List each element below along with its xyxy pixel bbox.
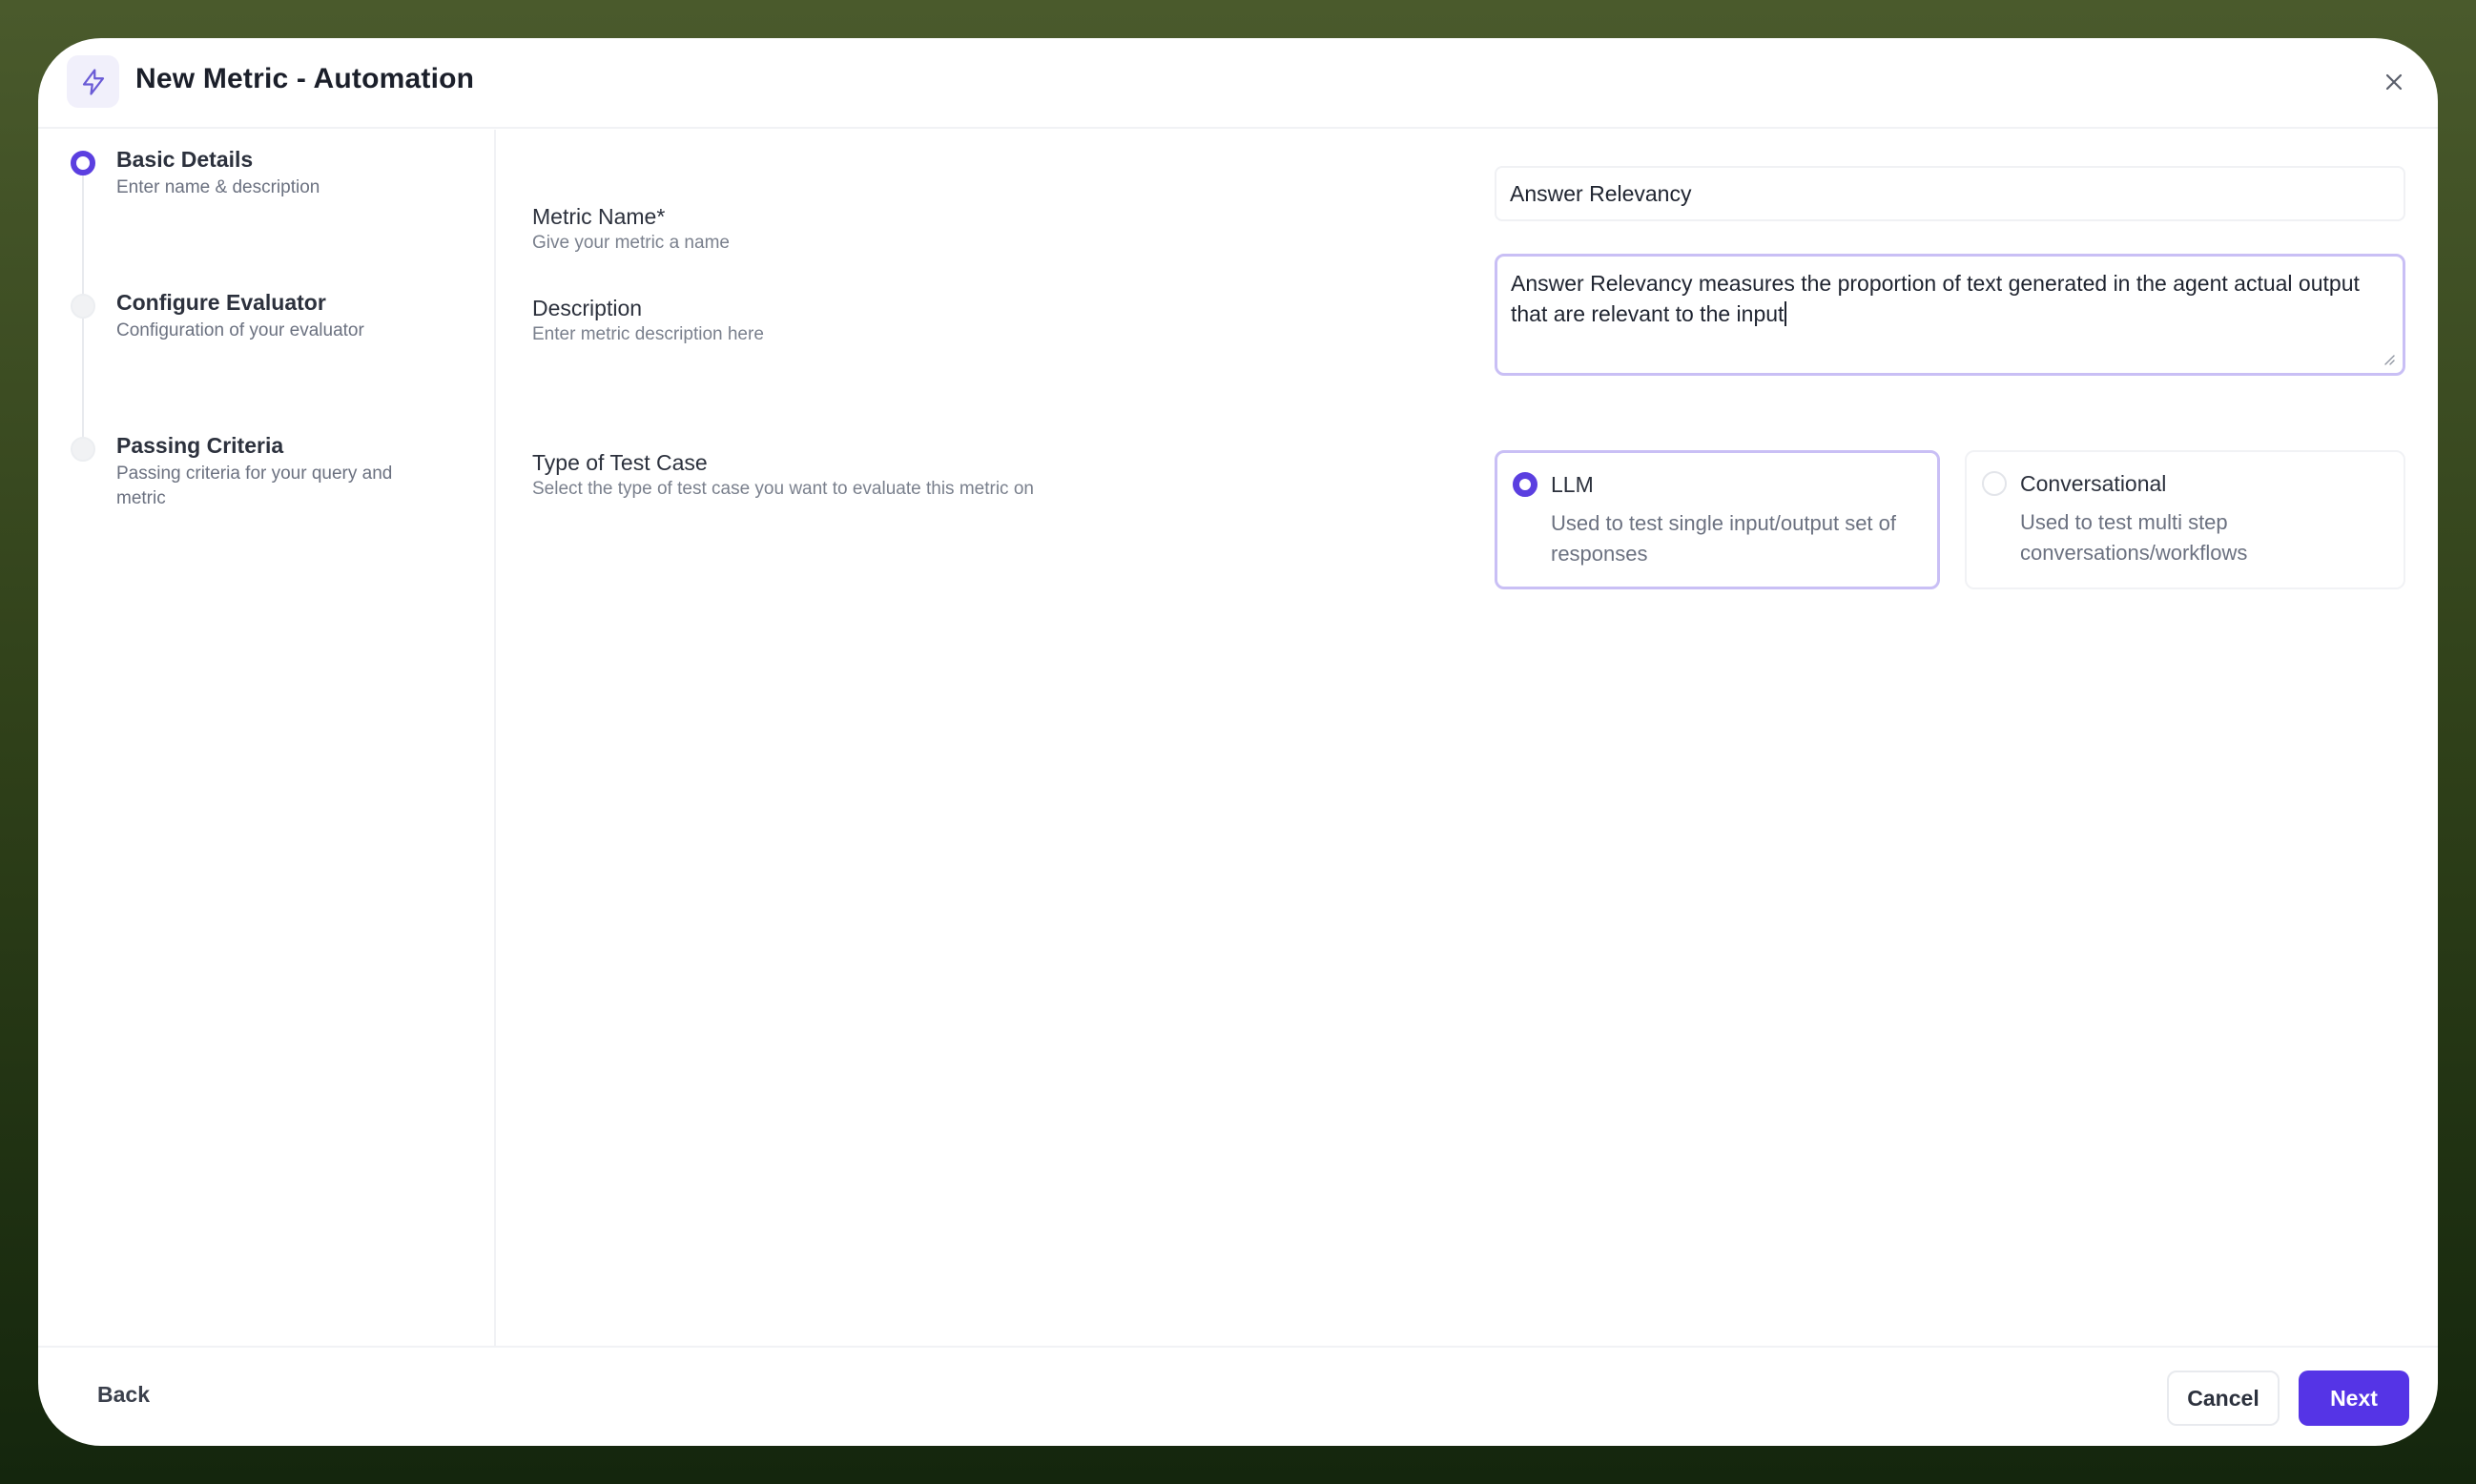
modal-title: New Metric - Automation: [135, 63, 475, 94]
option-title: LLM: [1551, 472, 1594, 497]
modal-footer: Back Cancel Next: [38, 1346, 2438, 1446]
step-indicator: [71, 437, 95, 462]
step-subtitle: Passing criteria for your query and metr…: [116, 464, 393, 508]
new-metric-modal: New Metric - Automation Basic Details En…: [38, 38, 2438, 1446]
option-description: Used to test multi step conversations/wo…: [2020, 510, 2248, 565]
resize-handle-icon[interactable]: [2380, 350, 2395, 365]
step-subtitle: Enter name & description: [116, 177, 320, 197]
close-icon[interactable]: [2375, 63, 2413, 101]
step-title: Configure Evaluator: [116, 290, 326, 315]
text-caret: [1785, 301, 1787, 326]
option-description: Used to test single input/output set of …: [1551, 511, 1897, 566]
radio-unselected[interactable]: [1982, 471, 2007, 496]
test-case-type-label: Type of Test Case: [532, 450, 708, 475]
test-case-option-llm[interactable]: LLM Used to test single input/output set…: [1495, 450, 1940, 589]
step-indicator: [71, 294, 95, 319]
test-case-type-help: Select the type of test case you want to…: [532, 479, 1034, 499]
metric-name-input[interactable]: [1495, 166, 2405, 221]
step-connector: [82, 175, 84, 301]
option-title: Conversational: [2020, 471, 2167, 496]
step-indicator-active: [71, 151, 95, 175]
form-panel: Metric Name* Give your metric a name Des…: [498, 130, 2438, 1346]
description-textarea[interactable]: Answer Relevancy measures the proportion…: [1495, 254, 2405, 376]
radio-selected[interactable]: [1513, 472, 1537, 497]
description-label: Description: [532, 296, 643, 320]
metric-name-label: Metric Name*: [532, 204, 666, 229]
metric-name-help: Give your metric a name: [532, 233, 730, 253]
step-title: Basic Details: [116, 147, 254, 172]
modal-header: New Metric - Automation: [38, 38, 2438, 129]
back-button[interactable]: Back: [97, 1382, 150, 1408]
step-subtitle: Configuration of your evaluator: [116, 320, 364, 340]
stepper-sidebar: Basic Details Enter name & description C…: [38, 130, 496, 1346]
description-text: Answer Relevancy measures the proportion…: [1511, 271, 2360, 326]
description-help: Enter metric description here: [532, 324, 764, 344]
lightning-icon: [67, 55, 119, 108]
cancel-button[interactable]: Cancel: [2167, 1371, 2280, 1426]
step-title: Passing Criteria: [116, 433, 284, 458]
test-case-option-conversational[interactable]: Conversational Used to test multi step c…: [1965, 450, 2405, 589]
next-button[interactable]: Next: [2299, 1371, 2409, 1426]
step-connector: [82, 319, 84, 446]
